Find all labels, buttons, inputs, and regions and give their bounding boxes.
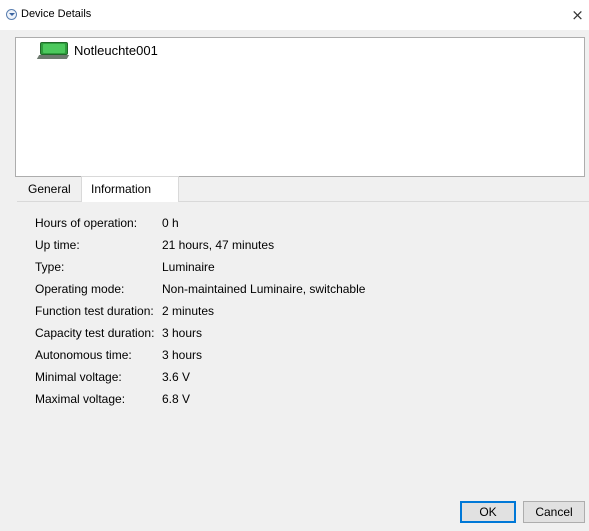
close-button[interactable]: ×	[566, 2, 589, 28]
app-icon	[6, 9, 17, 20]
info-label: Hours of operation:	[35, 216, 138, 230]
info-label: Minimal voltage:	[35, 370, 122, 384]
info-label: Operating mode:	[35, 282, 125, 296]
cancel-button[interactable]: Cancel	[523, 501, 585, 523]
info-value: 3 hours	[162, 326, 203, 340]
emergency-luminaire-icon	[40, 42, 68, 55]
info-value: 3.6 V	[162, 370, 191, 384]
info-label: Maximal voltage:	[35, 392, 126, 406]
info-value: 3 hours	[162, 348, 203, 362]
information-panel: Hours of operation: 0 h Up time: 21 hour…	[17, 201, 589, 487]
ok-button[interactable]: OK	[460, 501, 516, 523]
info-value: Luminaire	[162, 260, 215, 274]
tab-general[interactable]: General	[19, 178, 79, 200]
info-value: 6.8 V	[162, 392, 191, 406]
info-label: Up time:	[35, 238, 80, 252]
info-label: Type:	[35, 260, 65, 274]
info-label: Autonomous time:	[35, 348, 132, 362]
device-panel: Notleuchte001	[15, 37, 585, 177]
title-bar: Device Details ×	[0, 0, 589, 30]
info-value: Non-maintained Luminaire, switchable	[162, 282, 366, 296]
info-value: 2 minutes	[162, 304, 215, 318]
device-name: Notleuchte001	[74, 43, 158, 58]
window-title: Device Details	[21, 8, 92, 20]
info-label: Function test duration:	[35, 304, 154, 318]
tab-information[interactable]: Information	[81, 176, 179, 202]
dialog-client-area: Notleuchte001 General Information Hours …	[0, 30, 589, 531]
info-value: 0 h	[162, 216, 179, 230]
info-label: Capacity test duration:	[35, 326, 155, 340]
info-value: 21 hours, 47 minutes	[162, 238, 275, 252]
